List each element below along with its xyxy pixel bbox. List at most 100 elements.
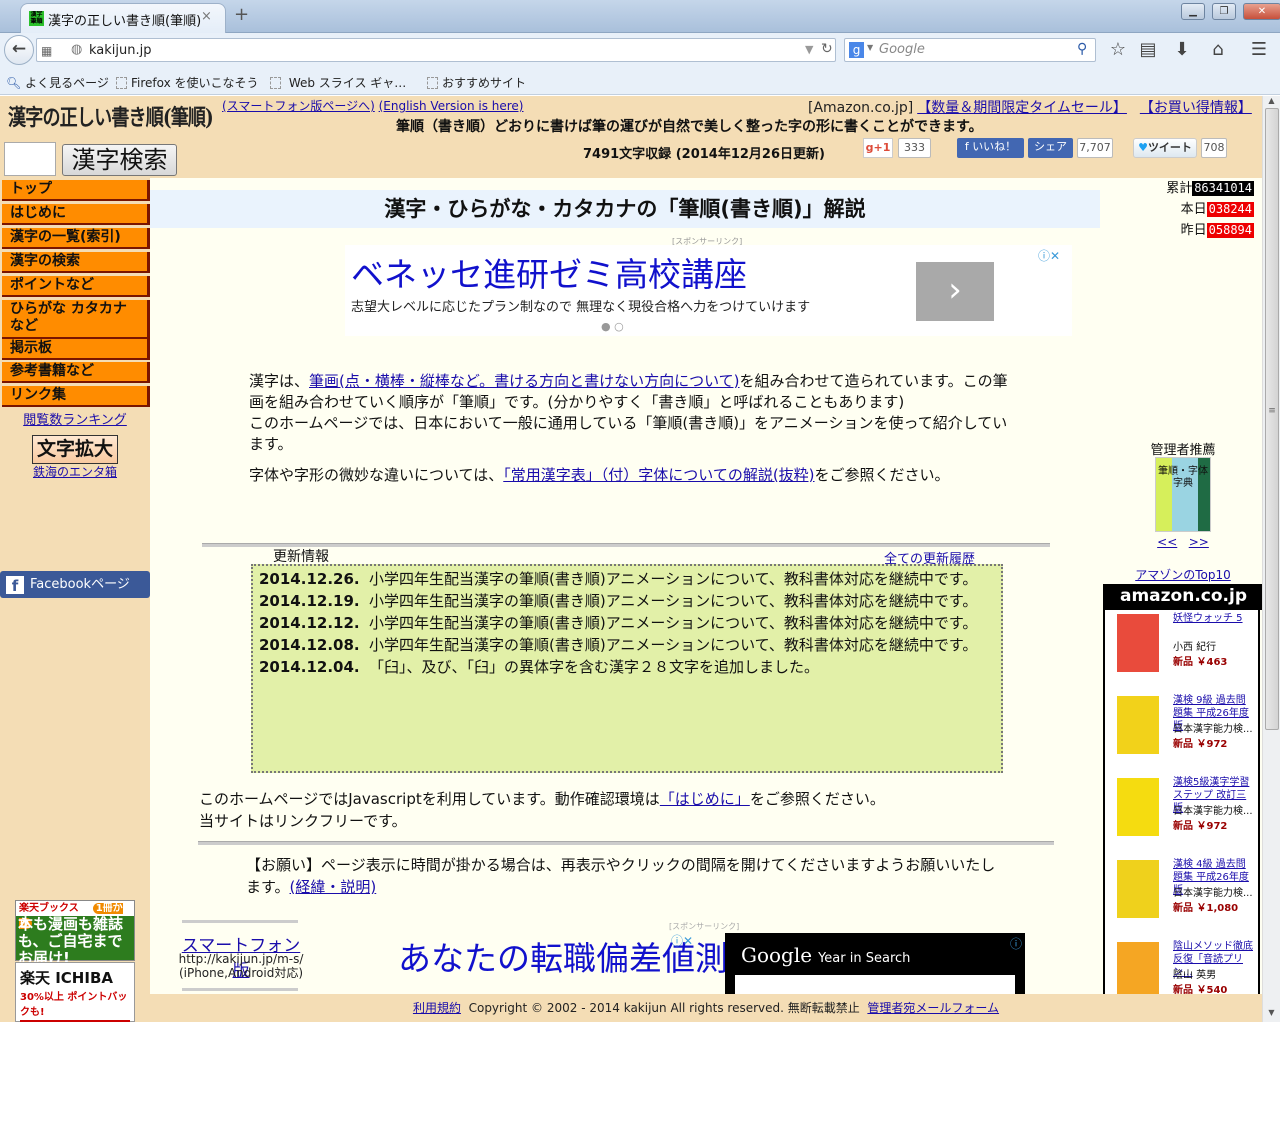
restore-button[interactable]: ❐ [1212,3,1236,20]
history-dropdown-icon[interactable]: ▼ [805,43,813,56]
divider [182,920,298,923]
site-header: 漢字の正しい書き順(筆順) 漢字検索 (スマートフォン版ページへ) (Engli… [0,96,1262,178]
google-year-in-search-ad[interactable]: Google Year in Search ⓘ [725,933,1025,995]
stroke-link[interactable]: 筆画(点・横棒・縦棒など。書ける方向と書けない方向について) [309,372,740,390]
facebook-like-button[interactable]: f いいね！ [957,138,1024,158]
bookmark-firefox[interactable]: Firefox を使いこなそう [116,74,259,91]
nav-references[interactable]: 参考書籍など [2,362,150,383]
next-link[interactable]: >> [1189,535,1209,549]
google-logo: Google [741,943,813,967]
google-engine-icon[interactable]: g [849,42,864,58]
home-icon[interactable]: ⌂ [1206,39,1230,60]
entabox-link[interactable]: 鉄海のエンタ箱 [0,463,150,480]
product-image[interactable] [1117,942,1159,1000]
nav-kanji-index[interactable]: 漢字の一覧(索引) [2,228,150,249]
facebook-page-button[interactable]: f Facebookページ [0,571,150,598]
ranking-link[interactable]: 閲覧数ランキング [0,409,150,428]
downloads-icon[interactable]: ⬇ [1170,39,1194,60]
close-tab-icon[interactable]: × [201,9,212,24]
amazon-item[interactable]: 漢検 9級 過去問題集 平成26年度版 日本漢字能力検... 新品 ￥972 [1105,692,1260,774]
bookmark-star-icon[interactable]: ☆ [1106,39,1130,60]
rakuten-books-text: 本も漫画も雑誌も、ご自宅までお届け! [18,915,124,967]
amazon-top10-link[interactable]: アマゾンのTop10 [1103,566,1262,583]
ad-info-close-icon[interactable]: ⓘ✕ [671,932,693,949]
ad-info-close-icon[interactable]: ⓘ✕ [1038,247,1060,264]
kanji-search-input[interactable] [4,142,56,176]
english-version-link[interactable]: (English Version is here) [379,99,524,113]
facebook-icon: f [6,576,24,595]
product-image[interactable] [1117,860,1159,918]
globe-icon: ◍ [71,42,83,57]
joyo-kanji-link[interactable]: 「常用漢字表」（付）字体についての解説(抜粋) [503,466,814,484]
bookmark-web-slice[interactable]: Web スライス ギャ… [270,74,406,91]
close-window-button[interactable]: ✕ [1243,3,1280,20]
text-zoom-button[interactable]: 文字拡大 [32,435,118,464]
engine-dropdown-icon[interactable]: ▼ [867,43,873,52]
product-title[interactable]: 妖怪ウォッチ 5 [1173,612,1255,625]
intro-text: 漢字は、筆画(点・横棒・縦棒など。書ける方向と書けない方向について)を組み合わせ… [249,372,1008,484]
scroll-up-arrow-icon[interactable]: ▲ [1263,96,1280,108]
contact-form-link[interactable]: 管理者宛メールフォーム [867,1001,999,1015]
amazon-item[interactable]: 漢検 4級 過去問題集 平成26年度版 日本漢字能力検... 新品 ￥1,080 [1105,856,1260,938]
ad-banner-benesse[interactable]: ベネッセ進研ゼミ高校講座 志望大レベルに応じたプラン制なので 無理なく現役合格へ… [345,245,1072,336]
search-bar[interactable]: g ▼ Google ⚲ [844,38,1096,62]
product-image[interactable] [1117,778,1159,836]
rakuten-books-banner[interactable]: 楽天ブックス 1冊から 本も漫画も雑誌も、ご自宅までお届け! [15,900,135,967]
prev-link[interactable]: << [1157,535,1177,549]
terms-link[interactable]: 利用規約 [413,1001,461,1015]
ad-info-icon[interactable]: ⓘ [1010,935,1022,952]
new-tab-button[interactable]: + [234,4,249,25]
reload-icon[interactable]: ↻ [821,41,833,57]
google-plus-button[interactable]: g+1 [863,138,893,158]
amazon-item[interactable]: 妖怪ウォッチ 5 小西 紀行 新品 ￥463 [1105,610,1260,692]
character-count: 7491文字収録 (2014年12月26日更新) [583,147,825,162]
product-image[interactable] [1117,614,1159,672]
nav-bbs[interactable]: 掲示板 [2,339,150,360]
tweet-count: 708 [1201,138,1227,158]
browser-tab[interactable]: 漢字筆順 漢字の正しい書き順(筆順) × [20,3,226,33]
facebook-share-button[interactable]: シェア [1028,138,1073,158]
background-explanation-link[interactable]: (経緯・説明) [290,878,377,896]
rakuten-ichiba-banner[interactable]: 楽天 ICHIBA 30%以上 ポイントバックも! 楽天 スーパーDEAL [15,962,135,1022]
url-bar[interactable]: ▦ ◍ kakijun.jp ▼ ↻ [36,38,836,62]
recommended-book-cover[interactable]: 筆順・字体字典 [1155,457,1211,532]
search-input[interactable]: Google [879,42,925,57]
intro-link[interactable]: 「はじめに」 [660,790,750,808]
scroll-down-arrow-icon[interactable]: ▼ [1263,1008,1280,1020]
amazon-widget: amazon.co.jp 妖怪ウォッチ 5 小西 紀行 新品 ￥463 漢検 9級 過… [1103,584,1262,1022]
site-logo[interactable]: 漢字の正しい書き順(筆順) [8,100,214,132]
amazon-deals-link[interactable]: 【お買い得情報】 [1140,100,1252,116]
nav-kanji-search[interactable]: 漢字の検索 [2,252,150,273]
bookmark-recommended[interactable]: おすすめサイト [427,74,526,91]
smartphone-page-link[interactable]: (スマートフォン版ページへ) [222,99,375,113]
amazon-logo[interactable]: amazon.co.jp [1105,584,1262,610]
bookmark-most-visited[interactable]: 🔍︎ よく見るページ [6,74,109,91]
ad-pagination-dots[interactable]: ● ○ [601,320,624,333]
update-item: 2014.12.26. 小学四年生配当漢字の筆順(書き順)アニメーションについて、… [259,570,978,588]
web-page: 漢字の正しい書き順(筆順) 漢字検索 (スマートフォン版ページへ) (Engli… [0,96,1262,1022]
nav-points[interactable]: ポイントなど [2,276,150,297]
amazon-item[interactable]: 漢検5級漢字学習ステップ 改訂三版 日本漢字能力検... 新品 ￥972 [1105,774,1260,856]
tweet-button[interactable]: ♥ツイート [1133,138,1197,158]
ad-description: 志望大レベルに応じたプラン制なので 無理なく現役合格へ力をつけていけます [351,300,811,315]
nav-hiragana-katakana[interactable]: ひらがな カタカナ など [2,300,150,339]
minimize-button[interactable]: ▁ [1181,3,1205,20]
search-icon[interactable]: ⚲ [1077,41,1087,57]
nav-top[interactable]: トップ [2,180,150,201]
url-text[interactable]: kakijun.jp [89,43,152,58]
kanji-search-button[interactable]: 漢字検索 [62,144,177,176]
menu-icon[interactable]: ☰ [1247,39,1271,60]
reading-list-icon[interactable]: ▤ [1136,39,1160,60]
product-image[interactable] [1117,696,1159,754]
nav-intro[interactable]: はじめに [2,204,150,225]
google-plus-icon: g [865,141,874,154]
back-button[interactable]: ← [4,35,34,65]
amazon-timesale-link[interactable]: 【数量＆期間限定タイムセール】 [917,100,1127,116]
tab-groups-icon[interactable]: ▦ [41,44,52,58]
vertical-scrollbar[interactable]: ▲ ≡ ▼ [1262,96,1280,1022]
ad-title[interactable]: ベネッセ進研ゼミ高校講座 [351,248,747,296]
nav-links[interactable]: リンク集 [2,386,150,407]
ad-next-button[interactable]: › [916,262,994,321]
scrollbar-thumb[interactable]: ≡ [1265,108,1279,730]
footer: 利用規約 Copyright © 2002 - 2014 kakijun All… [150,994,1262,1022]
